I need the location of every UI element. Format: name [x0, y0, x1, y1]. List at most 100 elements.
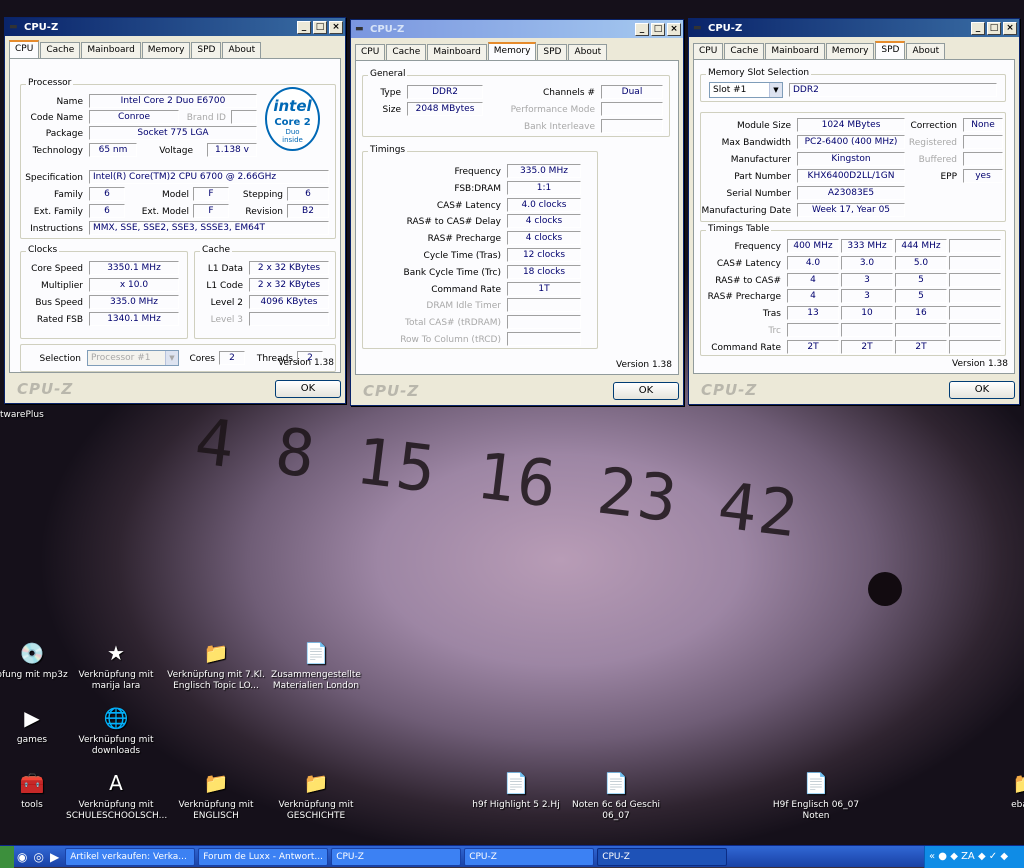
maximize-button[interactable]: □ [987, 21, 1001, 35]
timing-value [507, 298, 581, 313]
titlebar[interactable]: ▬ CPU-Z _ □ × [5, 18, 345, 36]
tab-memory[interactable]: Memory [487, 42, 537, 61]
slot-select[interactable]: Slot #1 ▼ [709, 82, 783, 98]
l1code-value: 2 x 32 KBytes [249, 278, 329, 292]
version-label: Version 1.38 [278, 358, 334, 368]
general-group: General Type DDR2 Channels # Dual Size 2… [362, 69, 670, 137]
tab-cache[interactable]: Cache [40, 42, 81, 58]
timings-table-cell [841, 323, 893, 337]
desktop-icon[interactable]: 📁 Verknüpfung mit 7.Kl. Englisch Topic LO… [166, 640, 266, 692]
spd-panel: Memory Slot Selection Slot #1 ▼ DDR2 Mod… [693, 59, 1015, 374]
titlebar[interactable]: ▬ CPU-Z _ □ × [689, 19, 1019, 37]
timings-table-cell [949, 339, 1001, 354]
tab-mainboard[interactable]: Mainboard [81, 42, 141, 58]
chevron-down-icon[interactable]: ▼ [769, 83, 782, 97]
window-title: CPU-Z [24, 21, 59, 33]
desktop-icon-label: ebay0 [1011, 800, 1024, 810]
desktop-icon-label: pfung mit mp3z [0, 670, 68, 680]
timings-table-cell [949, 272, 1001, 287]
start-button[interactable] [0, 845, 14, 868]
timings-table-label: Tras [762, 309, 781, 320]
desktop-icon[interactable]: 📄 h9f Highlight 5 2.Hj [466, 770, 566, 811]
desktop-icon[interactable]: 📄 H9f Englisch 06_07 Noten [766, 770, 866, 822]
tab-about[interactable]: About [906, 43, 946, 59]
brandid-label: Brand ID [186, 113, 226, 123]
modulesize-label: Module Size [736, 121, 791, 131]
tab-spd[interactable]: SPD [191, 42, 222, 58]
tab-memory[interactable]: Memory [141, 42, 191, 58]
close-button[interactable]: × [667, 22, 681, 36]
desktop-icon[interactable]: 🌐 Verknüpfung mit downloads [66, 705, 166, 757]
ok-button[interactable]: OK [275, 380, 341, 398]
media-player-icon[interactable]: ▶ [50, 850, 59, 864]
tab-cache[interactable]: Cache [724, 43, 765, 59]
tab-cpu[interactable]: CPU [693, 43, 724, 59]
timings-table-cell [949, 255, 1001, 270]
maximize-button[interactable]: □ [651, 22, 665, 36]
timing-label: CAS# Latency [436, 200, 501, 211]
desktop-icon[interactable]: 📁 Verknüpfung mit ENGLISCH [166, 770, 266, 822]
cpuz-window-memory[interactable]: ▬ CPU-Z _ □ × CPU Cache Mainboard Memory… [350, 19, 684, 406]
corespeed-value: 3350.1 MHz [89, 261, 179, 275]
tab-spd[interactable]: SPD [875, 41, 906, 60]
name-label: Name [56, 97, 83, 107]
desktop-side-label[interactable]: twarePlus [0, 410, 44, 420]
desktop-icon-glyph: 📁 [203, 771, 229, 795]
cpuz-window-cpu[interactable]: ▬ CPU-Z _ □ × CPU Cache Mainboard Memory… [4, 17, 346, 404]
serialnumber-value: A23083E5 [797, 186, 905, 200]
tab-about[interactable]: About [568, 44, 608, 60]
timing-label: Row To Column (tRCD) [400, 335, 501, 345]
tab-about[interactable]: About [222, 42, 262, 58]
tab-memory[interactable]: Memory [825, 43, 875, 59]
ok-button[interactable]: OK [949, 381, 1015, 399]
chevron-down-icon[interactable]: ▼ [165, 351, 178, 365]
ok-button[interactable]: OK [613, 382, 679, 400]
minimize-button[interactable]: _ [971, 21, 985, 35]
processor-select[interactable]: Processor #1 ▼ [87, 350, 179, 366]
tab-cpu[interactable]: CPU [355, 44, 386, 60]
desktop-icon[interactable]: 📁 Verknüpfung mit GESCHICHTE [266, 770, 366, 822]
timings-table-cell [949, 239, 1001, 253]
tab-mainboard[interactable]: Mainboard [765, 43, 825, 59]
group-title: Processor [26, 78, 74, 88]
timings-table-cell [949, 306, 1001, 321]
browser-icon[interactable]: ◎ [33, 850, 43, 864]
epp-label: EPP [940, 172, 957, 182]
desktop-icon[interactable]: 📄 Noten 6c 6d Geschi 06_07 [566, 770, 666, 822]
mfgdate-label: Manufacturing Date [701, 206, 791, 216]
tab-cache[interactable]: Cache [386, 44, 427, 60]
technology-label: Technology [32, 146, 83, 156]
show-desktop-icon[interactable]: ◉ [17, 850, 27, 864]
close-button[interactable]: × [329, 20, 343, 34]
size-label: Size [382, 105, 401, 115]
timings-table-cell: 16 [895, 306, 947, 321]
taskbar-button[interactable]: Forum de Luxx - Antwort... [198, 847, 329, 866]
taskbar-button[interactable]: CPU-Z [331, 847, 462, 866]
intel-logo-line2: Duo [285, 128, 300, 136]
minimize-button[interactable]: _ [635, 22, 649, 36]
desktop-icon[interactable]: 📁 ebay0 [975, 770, 1024, 811]
maximize-button[interactable]: □ [313, 20, 327, 34]
taskbar-button[interactable]: Artikel verkaufen: Verka... [65, 847, 196, 866]
version-label: Version 1.38 [616, 360, 672, 370]
tab-strip: CPU Cache Mainboard Memory SPD About [9, 40, 262, 59]
tab-cpu[interactable]: CPU [9, 40, 40, 59]
epp-value: yes [963, 169, 1003, 183]
minimize-button[interactable]: _ [297, 20, 311, 34]
titlebar[interactable]: ▬ CPU-Z _ □ × [351, 20, 683, 38]
taskbar-button[interactable]: CPU-Z [464, 847, 595, 866]
desktop-icon[interactable]: ★ Verknüpfung mit marija lara [66, 640, 166, 692]
desktop-icon[interactable]: A Verknüpfung mit SCHULESCHOOLSCH... [66, 770, 167, 822]
taskbar-button[interactable]: CPU-Z [597, 847, 728, 866]
intel-logo-tag: inside [282, 136, 303, 144]
tab-mainboard[interactable]: Mainboard [427, 44, 487, 60]
cpuz-window-spd[interactable]: ▬ CPU-Z _ □ × CPU Cache Mainboard Memory… [688, 18, 1020, 405]
technology-value: 65 nm [89, 143, 137, 157]
timing-value [507, 315, 581, 330]
system-tray[interactable]: « ● ◆ ZA ◆ ✓ ◆ [924, 846, 1024, 868]
close-button[interactable]: × [1003, 21, 1017, 35]
timing-value: 4 clocks [507, 214, 581, 229]
tab-spd[interactable]: SPD [537, 44, 568, 60]
desktop-icon[interactable]: 📄 Zusammengestellte Materialien London [266, 640, 366, 692]
version-label: Version 1.38 [952, 359, 1008, 369]
